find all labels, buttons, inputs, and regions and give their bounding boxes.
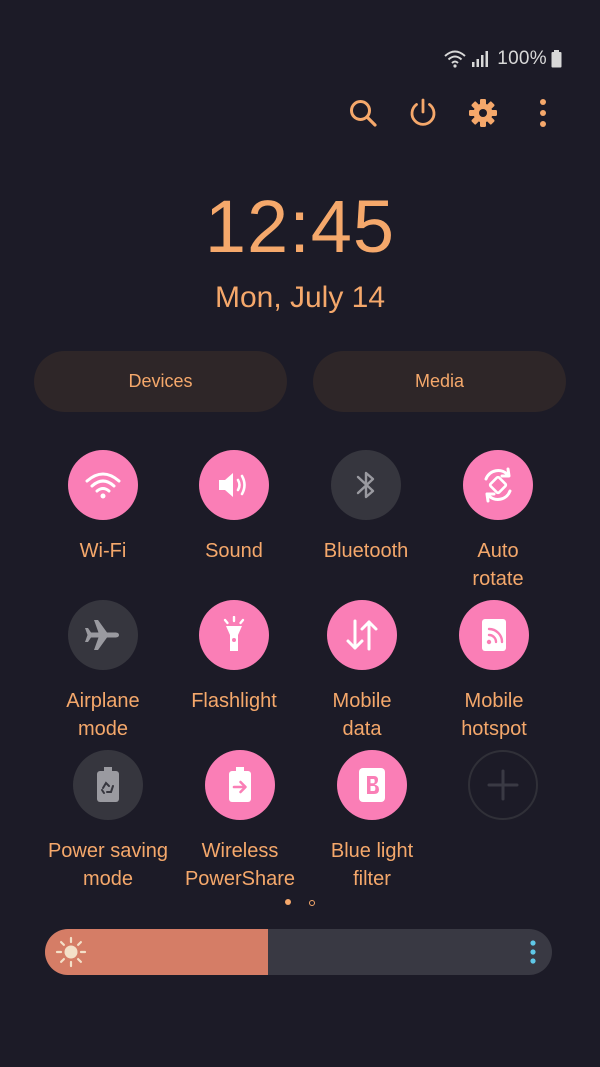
tile-label: Power saving mode [47, 840, 169, 890]
battery-percentage: 100% [497, 48, 547, 69]
wifi-icon [85, 472, 121, 499]
devices-button[interactable]: Devices [34, 351, 287, 412]
clock-date: Mon, July 14 [214, 281, 386, 314]
tile-wifi[interactable]: Wi-Fi [33, 450, 173, 565]
brightness-more-icon[interactable] [526, 939, 540, 965]
power-button[interactable] [402, 92, 444, 134]
tile-label: Bluetooth [323, 540, 409, 562]
tile-label: Sound [205, 540, 263, 562]
tile-label: Airplane mode [66, 690, 140, 740]
settings-button[interactable] [462, 92, 504, 134]
clock-time: 12:45 [204, 185, 396, 268]
hotspot-icon [482, 619, 506, 651]
tile-flashlight-toggle[interactable] [199, 600, 269, 670]
tile-sound[interactable]: Sound [164, 450, 304, 565]
add-tile-button[interactable] [468, 750, 538, 820]
page-dot-active[interactable] [285, 899, 291, 905]
add-icon [487, 769, 519, 801]
tile-mobile-data-toggle[interactable] [327, 600, 397, 670]
airplane-icon [85, 620, 119, 650]
tile-flashlight[interactable]: Flashlight [164, 600, 304, 715]
tile-power-saving-mode-toggle[interactable] [73, 750, 143, 820]
tile-blue-light-filter-toggle[interactable] [337, 750, 407, 820]
status-bar: 100% [443, 44, 562, 74]
signal-icon [472, 51, 489, 67]
mobile-data-icon [346, 619, 378, 651]
tile-label: Wi-Fi [79, 540, 127, 562]
settings-icon [469, 99, 497, 127]
tile-mobile-data[interactable]: Mobile data [292, 600, 432, 743]
tile-power-saving-mode[interactable]: Power saving mode [38, 750, 178, 893]
auto-rotate-icon [484, 467, 512, 503]
page-dot[interactable] [309, 900, 315, 906]
search-button[interactable] [342, 92, 384, 134]
wireless-powershare-icon [229, 767, 251, 802]
tile-sound-toggle[interactable] [199, 450, 269, 520]
wifi-icon [444, 50, 466, 68]
tile-wireless-powershare[interactable]: Wireless PowerShare [170, 750, 310, 893]
blue-light-filter-icon [359, 768, 385, 802]
page-indicator [0, 899, 600, 906]
bluetooth-icon [356, 471, 375, 499]
media-button[interactable]: Media [313, 351, 566, 412]
tile-wireless-powershare-toggle[interactable] [205, 750, 275, 820]
tile-label: Mobile data [332, 690, 392, 740]
power-saving-icon [97, 767, 119, 802]
more-vert-icon [540, 99, 546, 127]
brightness-sun-icon [55, 936, 87, 968]
tile-auto-rotate[interactable]: Auto rotate [428, 450, 568, 593]
battery-icon [551, 50, 562, 68]
tile-wifi-toggle[interactable] [68, 450, 138, 520]
tile-mobile-hotspot-toggle[interactable] [459, 600, 529, 670]
tile-label: Wireless PowerShare [184, 840, 296, 890]
tile-auto-rotate-toggle[interactable] [463, 450, 533, 520]
tile-label: Flashlight [191, 690, 277, 712]
sound-icon [219, 473, 246, 497]
tile-airplane-mode-toggle[interactable] [68, 600, 138, 670]
brightness-slider[interactable] [45, 929, 552, 975]
search-icon [350, 100, 377, 127]
flashlight-icon [223, 616, 245, 651]
top-actions [342, 92, 564, 134]
power-icon [410, 98, 436, 126]
tile-bluetooth[interactable]: Bluetooth [296, 450, 436, 565]
tile-label: Blue light filter [330, 840, 414, 890]
tile-blue-light-filter[interactable]: Blue light filter [302, 750, 442, 893]
tile-mobile-hotspot[interactable]: Mobile hotspot [424, 600, 564, 743]
tile-bluetooth-toggle[interactable] [331, 450, 401, 520]
tile-label: Mobile hotspot [461, 690, 527, 740]
tile-label: Auto rotate [472, 540, 524, 590]
tile-airplane-mode[interactable]: Airplane mode [33, 600, 173, 743]
more-options-button[interactable] [522, 92, 564, 134]
tile-add[interactable] [433, 750, 573, 820]
